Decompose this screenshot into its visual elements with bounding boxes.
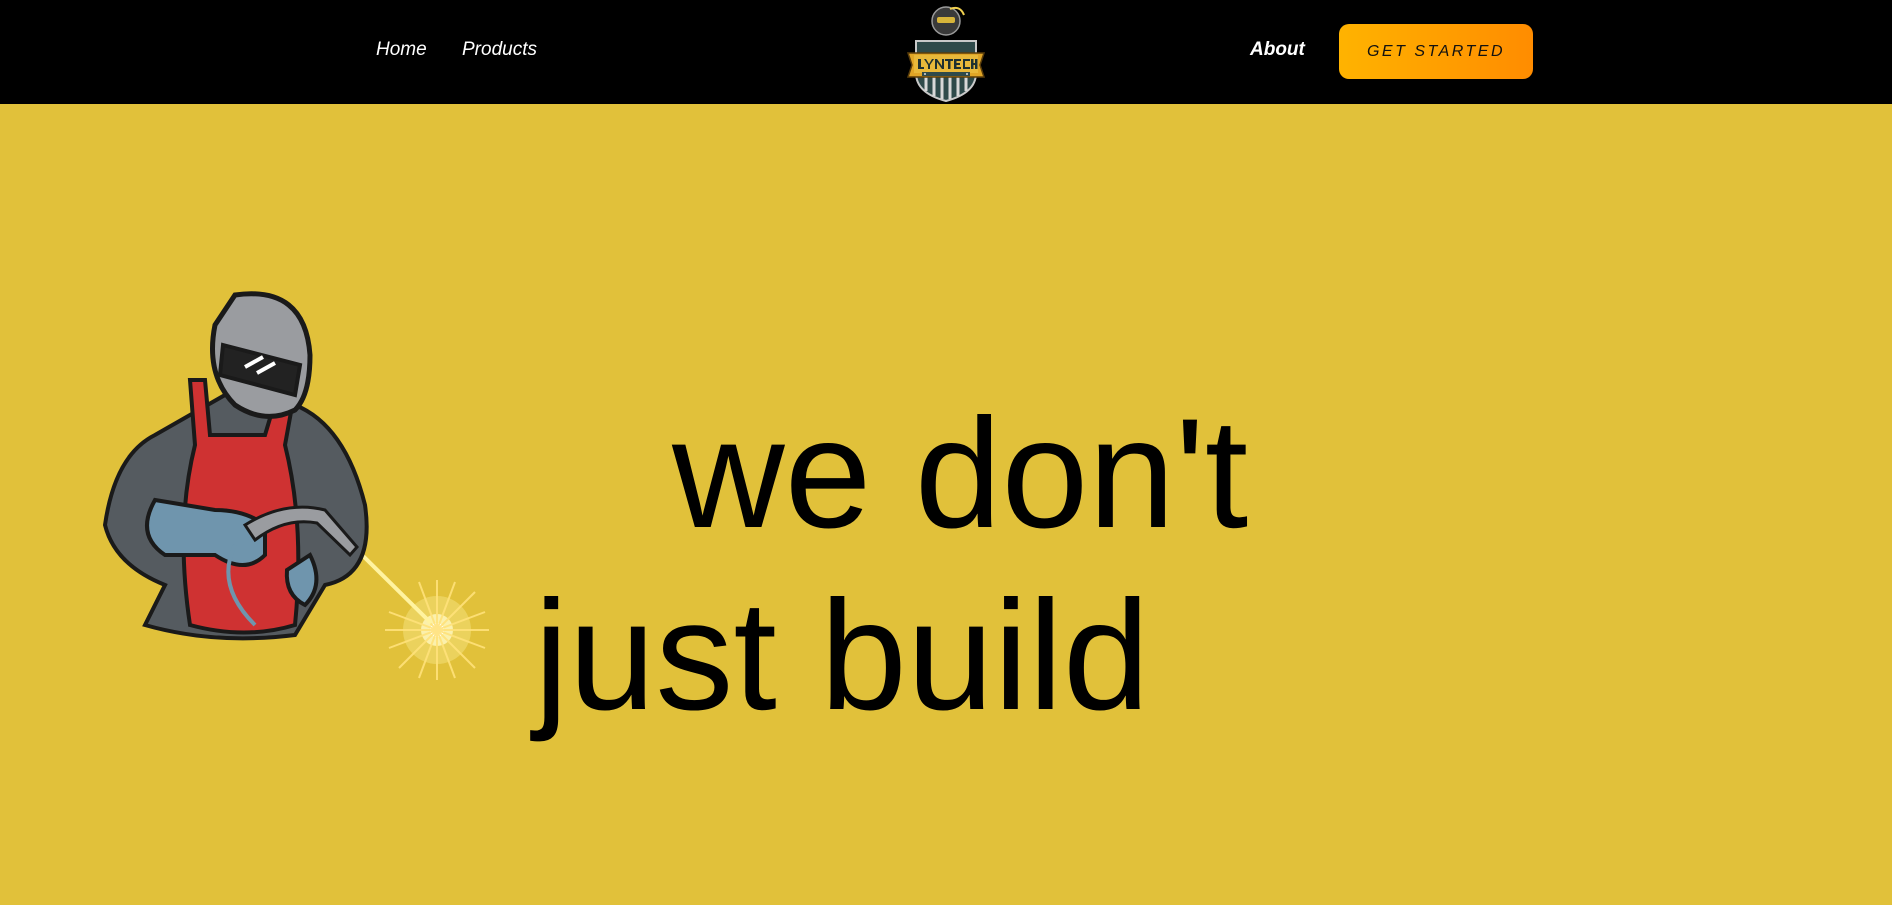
nav-link-home[interactable]: Home xyxy=(376,39,427,61)
navbar: Home Products About GET STARTED xyxy=(0,0,1892,104)
hero-headline-line-2: just build xyxy=(534,569,1150,743)
welder-illustration-icon xyxy=(95,285,495,685)
welder-shield-logo-icon xyxy=(906,6,986,103)
nav-link-products[interactable]: Products xyxy=(462,39,537,61)
lyntech-logo[interactable] xyxy=(904,1,988,103)
get-started-button[interactable]: GET STARTED xyxy=(1339,24,1533,79)
hero-headline-line-1: we don't xyxy=(672,387,1249,561)
nav-link-about[interactable]: About xyxy=(1250,39,1305,61)
